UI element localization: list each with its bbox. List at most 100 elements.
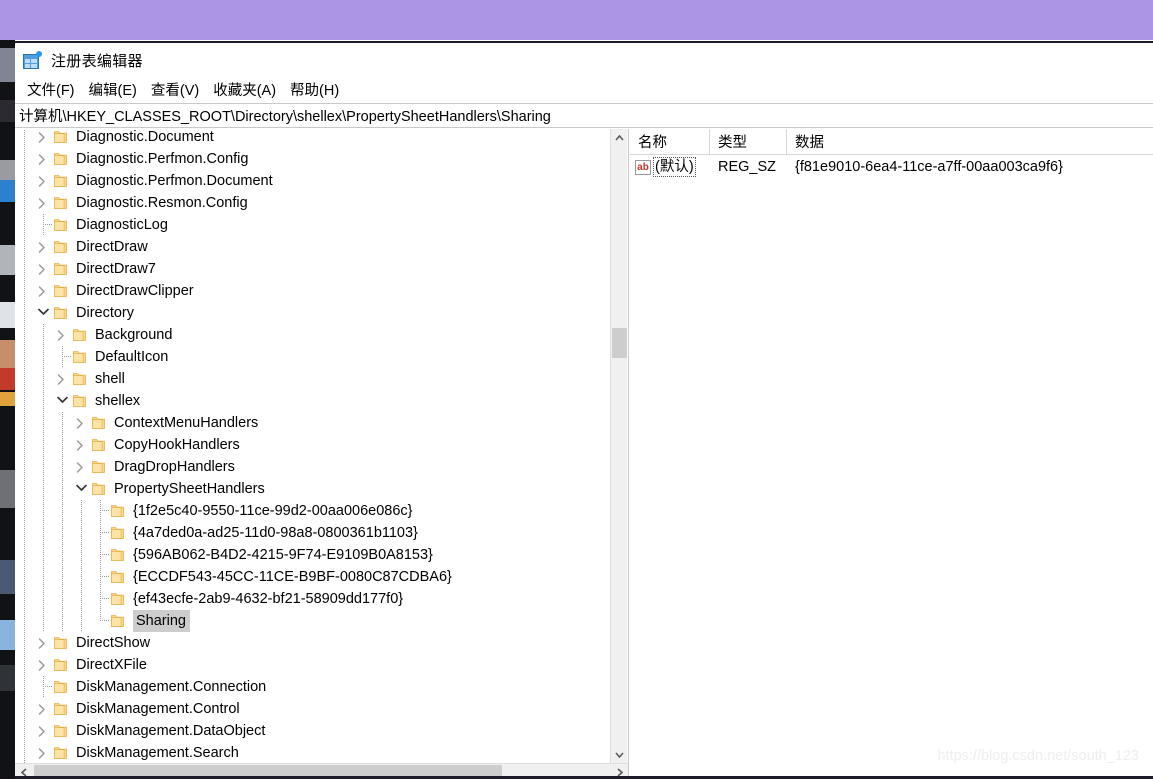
chevron-right-icon[interactable]: [53, 324, 72, 346]
value-data-cell: {f81e9010-6ea4-11ce-a7ff-00aa003ca9f6}: [795, 159, 1063, 175]
chevron-right-icon[interactable]: [34, 698, 53, 720]
chevron-right-icon[interactable]: [72, 456, 91, 478]
chevron-right-icon[interactable]: [72, 412, 91, 434]
value-row[interactable]: ab (默认) REG_SZ {f81e9010-6ea4-11ce-a7ff-00a…: [630, 155, 1153, 179]
folder-icon: [91, 434, 108, 456]
folder-icon: [72, 324, 89, 346]
tree-row[interactable]: DirectDraw7: [15, 258, 611, 280]
tree-vertical-scrollbar[interactable]: [610, 129, 627, 763]
tree-indent-guide: [34, 544, 53, 566]
registry-tree-viewport[interactable]: Diagnostic.Document Diagnostic.Perfmon.Co…: [15, 129, 611, 763]
tree-item-label: DirectShow: [76, 635, 151, 651]
tree-row[interactable]: DirectShow: [15, 632, 611, 654]
column-header-type[interactable]: 类型: [710, 129, 787, 154]
scroll-down-icon[interactable]: [611, 746, 627, 763]
tree-row[interactable]: DirectDrawClipper: [15, 280, 611, 302]
column-header-name[interactable]: 名称: [630, 129, 710, 154]
tree-item-label: DiagnosticLog: [76, 217, 168, 233]
tree-row[interactable]: shell: [15, 368, 611, 390]
chevron-right-icon[interactable]: [34, 129, 53, 148]
tree-leaf-connector: [91, 522, 110, 544]
chevron-down-icon[interactable]: [72, 478, 91, 500]
chevron-down-icon[interactable]: [34, 302, 53, 324]
folder-icon: [110, 610, 127, 632]
folder-icon: [110, 588, 127, 610]
scroll-up-icon[interactable]: [611, 129, 627, 146]
chevron-down-icon[interactable]: [53, 390, 72, 412]
menu-help[interactable]: 帮助(H): [283, 77, 346, 102]
column-header-data[interactable]: 数据: [787, 129, 1153, 154]
tree-row[interactable]: Diagnostic.Perfmon.Config: [15, 148, 611, 170]
tree-row[interactable]: PropertySheetHandlers: [15, 478, 611, 500]
tree-row[interactable]: Sharing: [15, 610, 611, 632]
chevron-right-icon[interactable]: [34, 258, 53, 280]
chevron-right-icon[interactable]: [34, 192, 53, 214]
chevron-right-icon[interactable]: [34, 236, 53, 258]
tree-row[interactable]: CopyHookHandlers: [15, 434, 611, 456]
background-sliver-5: [0, 245, 15, 275]
chevron-right-icon[interactable]: [34, 280, 53, 302]
chevron-right-icon[interactable]: [53, 368, 72, 390]
folder-icon: [110, 500, 127, 522]
tree-row[interactable]: DirectDraw: [15, 236, 611, 258]
tree-item-label: Background: [95, 327, 173, 343]
tree-row[interactable]: DiskManagement.Control: [15, 698, 611, 720]
tree-item-label: shell: [95, 371, 125, 387]
tree-row[interactable]: Background: [15, 324, 611, 346]
menu-edit[interactable]: 编辑(E): [82, 77, 144, 102]
tree-row[interactable]: DiagnosticLog: [15, 214, 611, 236]
tree-row[interactable]: Directory: [15, 302, 611, 324]
folder-icon: [91, 412, 108, 434]
folder-icon: [53, 236, 70, 258]
tree-row[interactable]: Diagnostic.Resmon.Config: [15, 192, 611, 214]
chevron-right-icon[interactable]: [34, 654, 53, 676]
tree-indent-guide: [15, 214, 34, 236]
tree-row[interactable]: Diagnostic.Document: [15, 129, 611, 148]
tree-row[interactable]: ContextMenuHandlers: [15, 412, 611, 434]
background-sliver-1: [0, 48, 15, 82]
menu-file[interactable]: 文件(F): [20, 77, 82, 102]
chevron-right-icon[interactable]: [34, 632, 53, 654]
chevron-right-icon[interactable]: [34, 148, 53, 170]
tree-leaf-connector: [53, 346, 72, 368]
background-sliver-4: [0, 180, 15, 202]
tree-indent-guide: [34, 324, 53, 346]
tree-indent-guide: [15, 566, 34, 588]
folder-icon: [53, 280, 70, 302]
chevron-right-icon[interactable]: [34, 720, 53, 742]
tree-item-label: ContextMenuHandlers: [114, 415, 259, 431]
background-sliver-8: [0, 368, 15, 390]
tree-row[interactable]: {596AB062-B4D2-4215-9F74-E9109B0A8153}: [15, 544, 611, 566]
tree-indent-guide: [72, 566, 91, 588]
tree-row[interactable]: shellex: [15, 390, 611, 412]
tree-row[interactable]: DirectXFile: [15, 654, 611, 676]
tree-indent-guide: [72, 522, 91, 544]
address-bar[interactable]: 计算机\HKEY_CLASSES_ROOT\Directory\shellex\…: [15, 103, 1153, 128]
tree-row[interactable]: DiskManagement.Connection: [15, 676, 611, 698]
chevron-right-icon[interactable]: [72, 434, 91, 456]
tree-vertical-scroll-thumb[interactable]: [612, 328, 627, 358]
tree-row[interactable]: DragDropHandlers: [15, 456, 611, 478]
chevron-right-icon[interactable]: [34, 742, 53, 763]
tree-row[interactable]: DiskManagement.Search: [15, 742, 611, 763]
chevron-right-icon[interactable]: [34, 170, 53, 192]
folder-icon: [110, 544, 127, 566]
tree-indent-guide: [15, 522, 34, 544]
tree-leaf-connector: [91, 566, 110, 588]
value-name-cell[interactable]: ab (默认): [630, 157, 710, 177]
values-column-header: 名称 类型 数据: [630, 129, 1153, 155]
menu-view[interactable]: 查看(V): [144, 77, 206, 102]
tree-row[interactable]: {4a7ded0a-ad25-11d0-98a8-0800361b1103}: [15, 522, 611, 544]
tree-row[interactable]: {ECCDF543-45CC-11CE-B9BF-0080C87CDBA6}: [15, 566, 611, 588]
tree-row[interactable]: DiskManagement.DataObject: [15, 720, 611, 742]
tree-row[interactable]: {ef43ecfe-2ab9-4632-bf21-58909dd177f0}: [15, 588, 611, 610]
tree-leaf-connector: [34, 214, 53, 236]
background-sliver-6: [0, 302, 15, 328]
tree-row[interactable]: DefaultIcon: [15, 346, 611, 368]
tree-indent-guide: [72, 544, 91, 566]
tree-row[interactable]: Diagnostic.Perfmon.Document: [15, 170, 611, 192]
menu-favorites[interactable]: 收藏夹(A): [206, 77, 283, 102]
tree-indent-guide: [15, 544, 34, 566]
tree-item-label: DirectDraw7: [76, 261, 156, 277]
tree-row[interactable]: {1f2e5c40-9550-11ce-99d2-00aa006e086c}: [15, 500, 611, 522]
